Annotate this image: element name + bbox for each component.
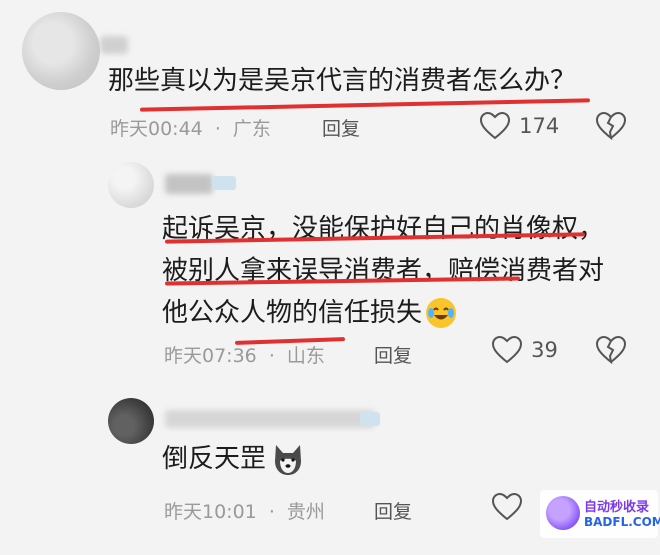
comment-location: 贵州: [286, 501, 325, 523]
comment-text: 起诉吴京，没能保护好自己的肖像权， 被别人拿来误导消费者，赔偿消费者对 他公众人…: [162, 208, 604, 334]
laughing-crying-emoji-icon: [426, 298, 457, 328]
meta-separator: ·: [268, 345, 275, 367]
comment-time: 昨天07:36: [164, 345, 257, 367]
comment-location: 山东: [286, 345, 325, 367]
comment-meta: 昨天00:44 · 广东: [110, 114, 271, 141]
comment-text: 那些真以为是吴京代言的消费者怎么办？: [108, 66, 577, 96]
username-blurred[interactable]: [165, 410, 375, 428]
dislike-button[interactable]: [595, 335, 627, 368]
watermark-text: 自动秒收录: [584, 500, 650, 515]
comment-time: 昨天00:44: [110, 118, 203, 140]
broken-heart-icon: [595, 111, 627, 141]
comment-meta: 昨天10:01 · 贵州: [164, 497, 325, 524]
comment-text: 倒反天罡: [162, 438, 306, 480]
broken-heart-icon: [595, 335, 627, 365]
comment-line: 倒反天罡: [162, 444, 267, 474]
heart-icon: [491, 335, 523, 364]
meta-separator: ·: [214, 118, 221, 140]
reply-button[interactable]: 回复: [322, 114, 360, 141]
comment-location: 广东: [232, 118, 271, 140]
heart-icon: [479, 111, 511, 140]
like-button[interactable]: [491, 492, 523, 525]
like-count: 174: [519, 114, 560, 138]
comment-line: 被别人拿来误导消费者，赔偿消费者对: [162, 256, 605, 286]
dislike-button[interactable]: [595, 111, 627, 144]
avatar[interactable]: [108, 162, 154, 208]
meta-separator: ·: [268, 501, 275, 523]
like-button[interactable]: 174: [479, 111, 560, 140]
username-blurred[interactable]: [100, 36, 128, 54]
dog-emoji-icon: [270, 441, 306, 477]
watermark-url: BADFL.COM: [584, 515, 660, 529]
comment-meta: 昨天07:36 · 山东: [164, 341, 325, 368]
reply-button[interactable]: 回复: [374, 341, 412, 368]
user-badge: [212, 176, 236, 190]
heart-icon: [491, 492, 523, 521]
comment-line: 他公众人物的信任损失: [162, 298, 423, 328]
user-badge: [360, 412, 380, 426]
comment-time: 昨天10:01: [164, 501, 257, 523]
reply-button[interactable]: 回复: [374, 497, 412, 524]
comment-line: 起诉吴京，没能保护好自己的肖像权，: [162, 214, 605, 244]
like-button[interactable]: 39: [491, 335, 558, 364]
like-count: 39: [531, 338, 558, 362]
comment-line-last: 他公众人物的信任损失: [162, 292, 604, 334]
username-blurred[interactable]: [165, 174, 213, 194]
watermark-logo-icon: [546, 496, 580, 530]
avatar[interactable]: [22, 12, 100, 90]
avatar[interactable]: [108, 398, 154, 444]
